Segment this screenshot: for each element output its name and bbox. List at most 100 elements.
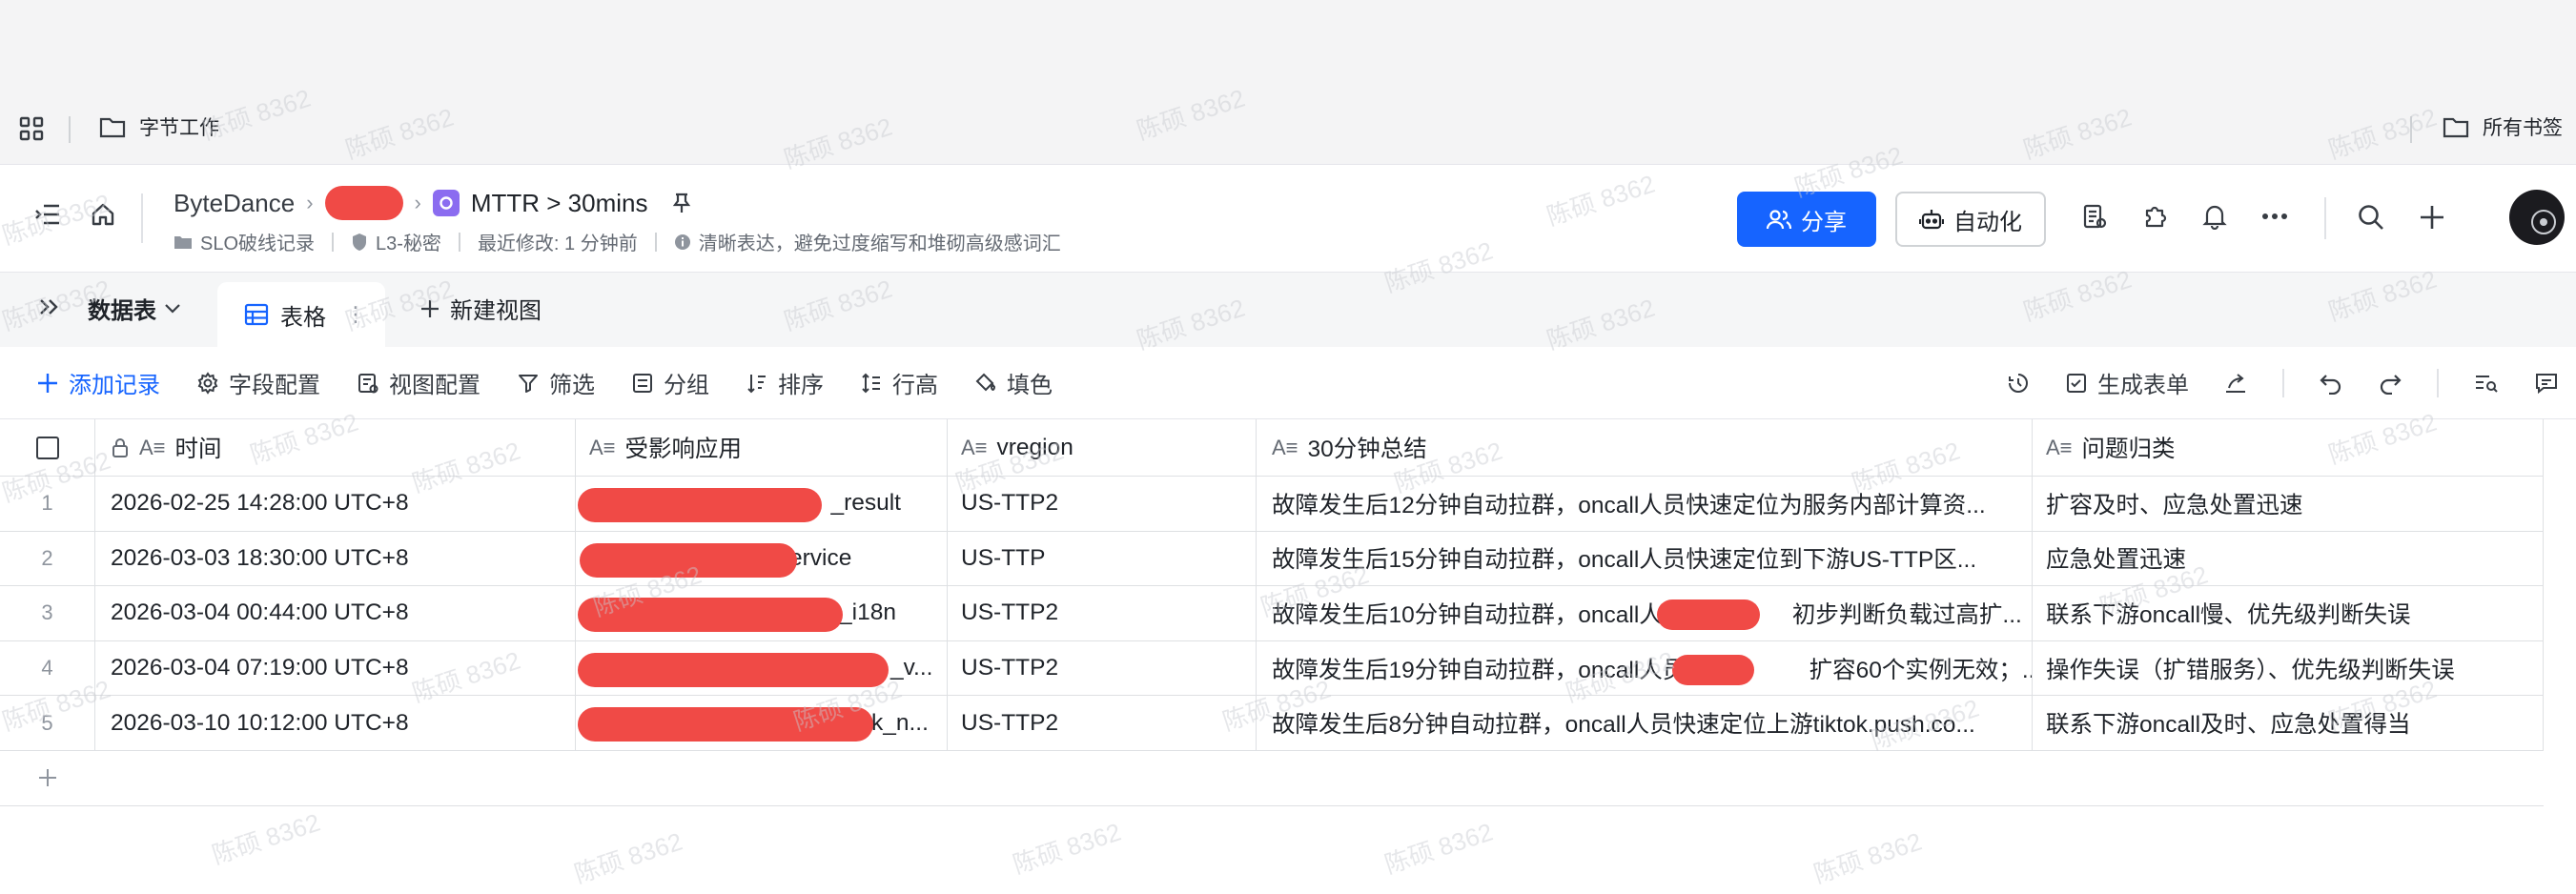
add-row-cell[interactable] xyxy=(0,751,95,805)
datasheet-selector[interactable]: 数据表 xyxy=(88,292,181,325)
select-all-checkbox[interactable] xyxy=(35,436,59,459)
cell-summary[interactable]: 故障发生后12分钟自动拉群，oncall人员快速定位为服务内部计算资... xyxy=(1257,477,2033,531)
add-record-button[interactable]: 添加记录 xyxy=(36,366,160,399)
cell-app[interactable]: k_n... xyxy=(576,696,948,750)
meta-folder[interactable]: SLO破线记录 xyxy=(174,228,315,255)
tab-menu-icon[interactable]: ⋮ xyxy=(345,302,366,327)
row-height-button[interactable]: 行高 xyxy=(860,366,938,399)
cell-app[interactable]: _v... xyxy=(576,640,948,696)
sort-label: 排序 xyxy=(778,373,824,398)
column-header-time[interactable]: A≡ 时间 xyxy=(95,419,576,476)
tab-grid-view[interactable]: 表格 ⋮ xyxy=(217,282,385,347)
generate-form-button[interactable]: 生成表单 xyxy=(2065,366,2189,399)
plus-icon[interactable] xyxy=(2418,203,2446,232)
cell-time[interactable]: 2026-02-25 14:28:00 UTC+8 xyxy=(95,477,576,531)
row-height-icon xyxy=(860,372,883,395)
cell-app[interactable]: _result xyxy=(576,477,948,531)
field-config-button[interactable]: 字段配置 xyxy=(196,366,320,399)
cell-category[interactable]: 应急处置迅速 xyxy=(2033,531,2544,586)
folder-icon xyxy=(2443,115,2469,138)
cell-category[interactable]: 联系下游oncall慢、优先级判断失误 xyxy=(2033,586,2544,640)
undo-icon[interactable] xyxy=(2319,372,2343,395)
share-button[interactable]: 分享 xyxy=(1737,192,1876,247)
plugin-icon[interactable] xyxy=(2141,203,2168,230)
cell-category[interactable]: 扩容及时、应急处置迅速 xyxy=(2033,477,2544,531)
redaction-mask xyxy=(580,542,797,578)
find-replace-icon[interactable] xyxy=(2473,372,2500,395)
comment-icon[interactable] xyxy=(2534,371,2559,396)
bookmarks-divider-right xyxy=(2410,116,2412,143)
cell-vregion[interactable]: US-TTP2 xyxy=(948,640,1257,696)
cell-summary[interactable]: 故障发生后10分钟自动拉群，oncall人 初步判断负载过高扩... xyxy=(1257,586,2033,640)
add-row[interactable] xyxy=(0,751,2544,806)
avatar[interactable] xyxy=(2509,190,2565,245)
meta-security[interactable]: L3-秘密 xyxy=(351,228,441,255)
bookmark-folder[interactable]: 字节工作 xyxy=(99,112,219,141)
cell-vregion[interactable]: US-TTP2 xyxy=(948,477,1257,531)
pin-icon[interactable] xyxy=(671,192,692,214)
new-view-button[interactable]: 新建视图 xyxy=(419,292,542,325)
all-bookmarks[interactable]: 所有书签 xyxy=(2443,112,2563,141)
column-title: 受影响应用 xyxy=(624,437,743,462)
redo-icon[interactable] xyxy=(2378,372,2402,395)
column-title: 30分钟总结 xyxy=(1307,437,1427,462)
column-header-app[interactable]: A≡ 受影响应用 xyxy=(576,419,948,476)
table-row[interactable]: 1 2026-02-25 14:28:00 UTC+8 _result US-T… xyxy=(0,477,2544,532)
header-divider-right xyxy=(2324,197,2326,239)
cell-category[interactable]: 操作失误（扩错服务）、优先级判断失误 xyxy=(2033,640,2544,696)
more-icon[interactable] xyxy=(2261,213,2288,220)
shield-icon xyxy=(351,233,368,252)
bell-icon[interactable] xyxy=(2202,203,2227,230)
grid-view-icon xyxy=(244,303,269,326)
doc-title[interactable]: MTTR > 30mins xyxy=(471,189,648,218)
breadcrumb-org[interactable]: ByteDance xyxy=(174,189,295,218)
fill-color-label: 填色 xyxy=(1007,373,1053,398)
cell-vregion[interactable]: US-TTP2 xyxy=(948,586,1257,640)
bookmarks-divider xyxy=(69,116,71,143)
fill-color-button[interactable]: 填色 xyxy=(974,366,1053,399)
group-button[interactable]: 分组 xyxy=(631,366,709,399)
redaction-mask xyxy=(1657,599,1760,631)
text-field-icon: A≡ xyxy=(1272,435,1298,459)
sidebar-toggle-icon[interactable] xyxy=(34,202,61,227)
cell-app[interactable]: ervice xyxy=(576,531,948,586)
cell-time[interactable]: 2026-03-10 10:12:00 UTC+8 xyxy=(95,696,576,750)
sort-button[interactable]: 排序 xyxy=(746,366,824,399)
table-row[interactable]: 2 2026-03-03 18:30:00 UTC+8 ervice US-TT… xyxy=(0,531,2544,587)
row-index: 5 xyxy=(0,696,95,750)
gear-icon xyxy=(196,371,219,395)
meta-hint-label: 清晰表达，避免过度缩写和堆砌高级感词汇 xyxy=(698,234,1061,254)
cell-time[interactable]: 2026-03-04 07:19:00 UTC+8 xyxy=(95,640,576,696)
view-tab-bar: 数据表 表格 ⋮ 新建视图 xyxy=(0,273,2576,347)
filter-button[interactable]: 筛选 xyxy=(517,366,595,399)
meta-hint[interactable]: 清晰表达，避免过度缩写和堆砌高级感词汇 xyxy=(674,228,1061,255)
text-field-icon: A≡ xyxy=(139,435,166,459)
share-link-icon[interactable] xyxy=(2223,372,2248,395)
column-header-vregion[interactable]: A≡ vregion xyxy=(948,419,1257,476)
header-divider xyxy=(141,193,143,243)
cell-summary[interactable]: 故障发生后15分钟自动拉群，oncall人员快速定位到下游US-TTP区... xyxy=(1257,531,2033,586)
table-row[interactable]: 5 2026-03-10 10:12:00 UTC+8 k_n... US-TT… xyxy=(0,696,2544,751)
cell-summary[interactable]: 故障发生后8分钟自动拉群，oncall人员快速定位上游tiktok.push.c… xyxy=(1257,696,2033,750)
chevron-right-icon: › xyxy=(414,191,421,214)
table-row[interactable]: 3 2026-03-04 00:44:00 UTC+8 _i18n US-TTP… xyxy=(0,586,2544,641)
apps-grid-icon[interactable] xyxy=(17,114,46,143)
doc-list-icon[interactable] xyxy=(2082,203,2107,230)
cell-vregion[interactable]: US-TTP2 xyxy=(948,696,1257,750)
cell-app[interactable]: _i18n xyxy=(576,586,948,640)
automation-button[interactable]: 自动化 xyxy=(1895,192,2046,247)
column-header-summary[interactable]: A≡ 30分钟总结 xyxy=(1257,419,2033,476)
cell-time[interactable]: 2026-03-03 18:30:00 UTC+8 xyxy=(95,531,576,586)
column-header-category[interactable]: A≡ 问题归类 xyxy=(2033,419,2544,476)
expand-sidebar-icon[interactable] xyxy=(36,294,63,320)
table-row[interactable]: 4 2026-03-04 07:19:00 UTC+8 _v... US-TTP… xyxy=(0,640,2544,697)
cell-time[interactable]: 2026-03-04 00:44:00 UTC+8 xyxy=(95,586,576,640)
view-config-button[interactable]: 视图配置 xyxy=(357,366,480,399)
cell-summary[interactable]: 故障发生后19分钟自动拉群，oncall人员 扩容60个实例无效；... xyxy=(1257,640,2033,696)
plus-icon xyxy=(36,766,59,789)
home-icon[interactable] xyxy=(90,201,116,228)
search-icon[interactable] xyxy=(2357,203,2385,232)
cell-category[interactable]: 联系下游oncall及时、应急处置得当 xyxy=(2033,696,2544,750)
history-icon[interactable] xyxy=(2006,371,2031,396)
cell-vregion[interactable]: US-TTP xyxy=(948,531,1257,586)
